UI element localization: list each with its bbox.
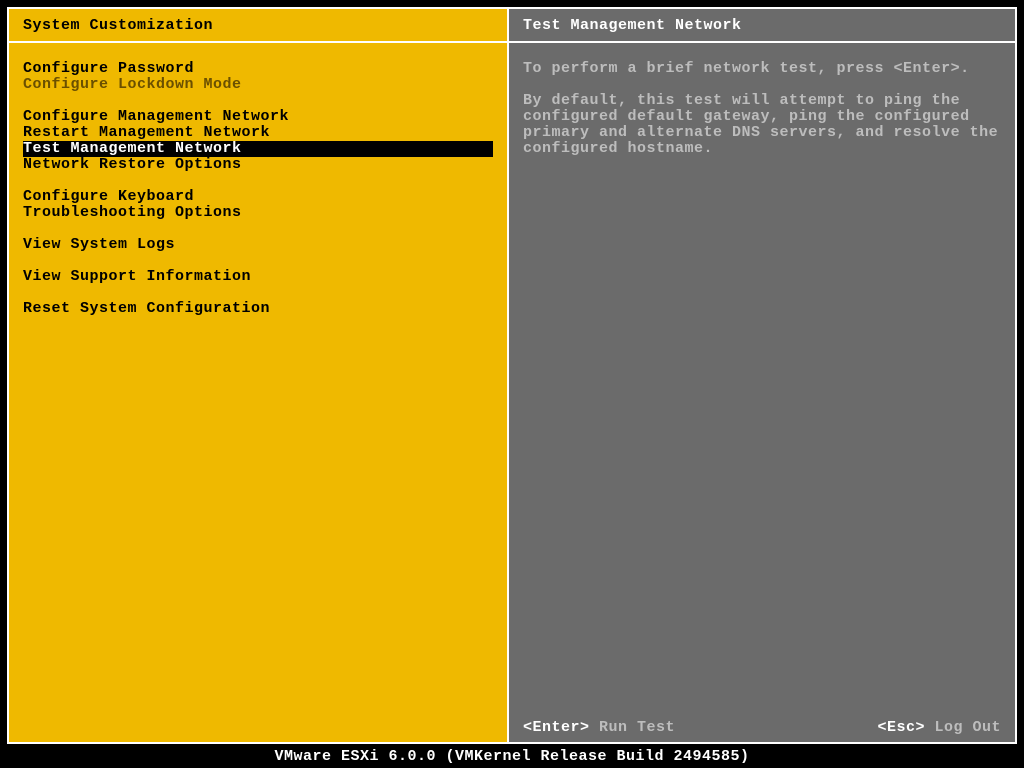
menu-item[interactable]: Configure Password [9,61,507,77]
menu-group: Configure Management NetworkRestart Mana… [9,109,507,173]
hint-esc-label: Log Out [925,719,1001,736]
left-pane: System Customization Configure PasswordC… [9,9,509,742]
right-pane: Test Management Network To perform a bri… [509,9,1015,742]
menu-item[interactable]: View System Logs [9,237,507,253]
menu-group: Reset System Configuration [9,301,507,317]
footer-version: VMware ESXi 6.0.0 (VMKernel Release Buil… [0,748,1024,768]
menu-item[interactable]: Configure Management Network [9,109,507,125]
hint-enter: <Enter> Run Test [523,719,675,736]
hint-esc: <Esc> Log Out [877,719,1001,736]
dcui-screen: System Customization Configure PasswordC… [0,0,1024,768]
menu-item[interactable]: Test Management Network [23,141,493,157]
menu-item: Configure Lockdown Mode [9,77,507,93]
menu-group: View System Logs [9,237,507,253]
menu-item[interactable]: Reset System Configuration [9,301,507,317]
menu-item[interactable]: View Support Information [9,269,507,285]
menu-group: Configure PasswordConfigure Lockdown Mod… [9,61,507,93]
hint-esc-key: <Esc> [877,719,925,736]
detail-paragraph: By default, this test will attempt to pi… [523,93,1001,157]
menu-item[interactable]: Troubleshooting Options [9,205,507,221]
menu[interactable]: Configure PasswordConfigure Lockdown Mod… [9,43,507,333]
right-pane-title: Test Management Network [509,9,1015,43]
menu-item[interactable]: Restart Management Network [9,125,507,141]
menu-group: Configure KeyboardTroubleshooting Option… [9,189,507,221]
hint-enter-label: Run Test [590,719,676,736]
key-hints: <Enter> Run Test <Esc> Log Out [509,719,1015,736]
menu-group: View Support Information [9,269,507,285]
menu-item[interactable]: Network Restore Options [9,157,507,173]
main-frame: System Customization Configure PasswordC… [7,7,1017,744]
detail-paragraph: To perform a brief network test, press <… [523,61,1001,77]
detail-text: To perform a brief network test, press <… [509,43,1015,191]
hint-enter-key: <Enter> [523,719,590,736]
left-pane-title: System Customization [9,9,507,43]
menu-item[interactable]: Configure Keyboard [9,189,507,205]
